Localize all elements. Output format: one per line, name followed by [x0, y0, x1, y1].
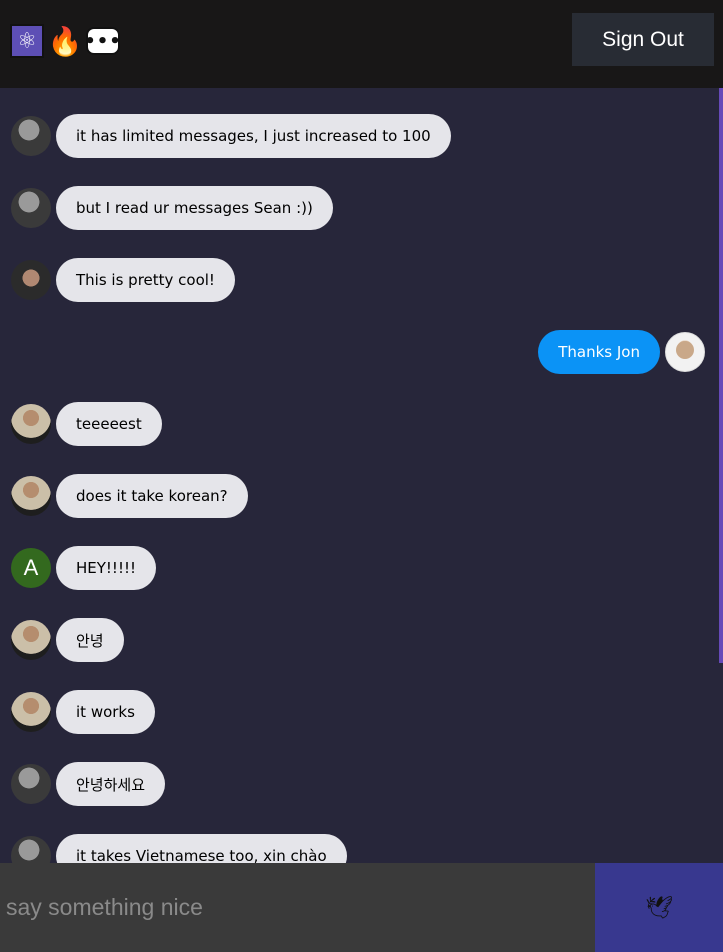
user-avatar	[11, 404, 51, 444]
message-composer: 🕊	[0, 863, 723, 952]
message-bubble: This is pretty cool!	[56, 258, 235, 302]
message-bubble: it has limited messages, I just increase…	[56, 114, 451, 158]
user-avatar	[11, 764, 51, 804]
user-avatar	[665, 332, 705, 372]
message-bubble: does it take korean?	[56, 474, 248, 518]
chat-message: it works	[11, 690, 155, 734]
message-bubble: it takes Vietnamese too, xin chào	[56, 834, 347, 863]
chat-message: This is pretty cool!	[11, 258, 235, 302]
message-bubble: 안녕	[56, 618, 124, 662]
message-bubble: 안녕하세요	[56, 762, 166, 806]
chat-message-sent: Thanks Jon	[538, 330, 705, 374]
scrollbar-thumb[interactable]	[719, 88, 723, 663]
app-header: ⚛ 🔥 ••• Sign Out	[0, 0, 723, 88]
chat-message: it has limited messages, I just increase…	[11, 114, 451, 158]
user-avatar	[11, 476, 51, 516]
chat-message: it takes Vietnamese too, xin chào	[11, 834, 347, 863]
speech-bubble-icon: •••	[84, 27, 121, 55]
fire-icon: 🔥	[47, 24, 83, 58]
send-button[interactable]: 🕊	[595, 863, 723, 952]
user-avatar	[11, 620, 51, 660]
user-avatar: A	[11, 548, 51, 588]
user-avatar	[11, 836, 51, 863]
logo-group: ⚛ 🔥 •••	[10, 24, 121, 58]
chat-message: does it take korean?	[11, 474, 248, 518]
message-bubble: HEY!!!!!	[56, 546, 156, 590]
chat-message: but I read ur messages Sean :))	[11, 186, 333, 230]
message-bubble: teeeeest	[56, 402, 162, 446]
message-bubble: it works	[56, 690, 155, 734]
user-avatar	[11, 116, 51, 156]
message-bubble: but I read ur messages Sean :))	[56, 186, 333, 230]
message-input[interactable]	[0, 863, 595, 952]
react-atom-icon: ⚛	[10, 24, 44, 58]
chat-message: A HEY!!!!!	[11, 546, 156, 590]
chat-message: teeeeest	[11, 402, 162, 446]
user-avatar	[11, 692, 51, 732]
chat-message: 안녕하세요	[11, 762, 166, 806]
user-avatar	[11, 188, 51, 228]
chat-message-list[interactable]: it has limited messages, I just increase…	[0, 88, 723, 863]
user-avatar	[11, 260, 51, 300]
sign-out-button[interactable]: Sign Out	[572, 13, 714, 66]
chat-message: 안녕	[11, 618, 124, 662]
message-bubble: Thanks Jon	[538, 330, 660, 374]
dove-icon: 🕊	[645, 894, 673, 920]
